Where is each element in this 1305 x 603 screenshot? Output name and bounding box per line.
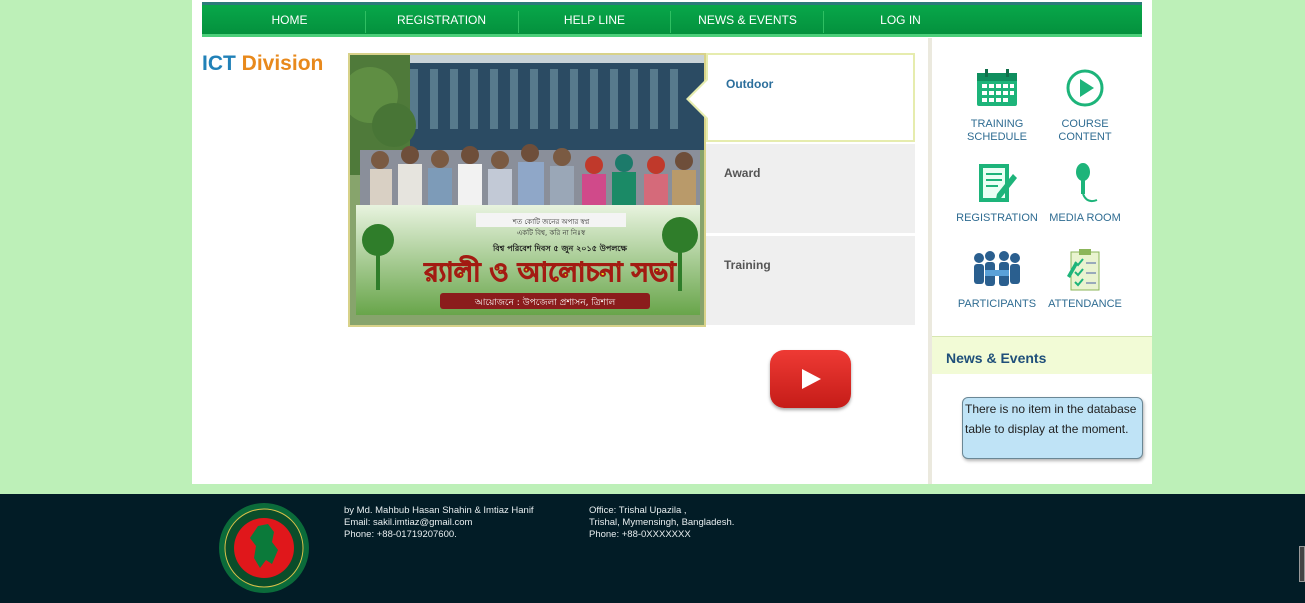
brand-ict: ICT: [202, 52, 236, 75]
nav-divider: [823, 11, 824, 33]
page-container: HOME REGISTRATION HELP LINE NEWS & EVENT…: [192, 0, 1152, 484]
footer-office: Office: Trishal Upazila , Trishal, Mymen…: [589, 505, 734, 541]
footer-credit: by Md. Mahbub Hasan Shahin & Imtiaz Hani…: [344, 505, 534, 516]
youtube-play-button[interactable]: [770, 350, 851, 408]
footer-credits: by Md. Mahbub Hasan Shahin & Imtiaz Hani…: [344, 505, 534, 541]
people-icon: [974, 251, 1020, 286]
form-pencil-icon: [979, 164, 1017, 202]
brand-division: Division: [241, 52, 324, 75]
tile-label: SCHEDULE: [967, 131, 1027, 143]
right-sidebar: TRAINING SCHEDULE COURSE CONTENT REGISTRAT…: [928, 38, 1152, 484]
tile-label: REGISTRATION: [956, 212, 1038, 224]
tile-label: COURSE: [1061, 118, 1109, 130]
footer: by Md. Mahbub Hasan Shahin & Imtiaz Hani…: [0, 494, 1305, 603]
tile-label: TRAINING: [970, 118, 1024, 130]
quicklink-attendance[interactable]: ATTENDANCE: [1041, 248, 1129, 311]
quicklink-registration[interactable]: REGISTRATION: [953, 162, 1041, 225]
brand-logo[interactable]: ICT Division: [202, 52, 323, 76]
tile-label: MEDIA ROOM: [1049, 212, 1121, 224]
quicklink-participants[interactable]: PARTICIPANTS: [953, 248, 1041, 311]
nav-divider: [365, 11, 366, 33]
slider-tabs: Outdoor Award Training: [686, 53, 915, 327]
scroll-edge-tab[interactable]: [1299, 546, 1305, 582]
rally-photo: শত কোটি জনের অপার স্বপ্ন একটি বিশ্ব, করি…: [350, 55, 704, 325]
banner-line2: একটি বিশ্ব, করি না নিঃস্ব: [517, 228, 586, 237]
checklist-icon: [1067, 249, 1100, 291]
nav-divider: [518, 11, 519, 33]
slider-tab-award[interactable]: Award: [706, 144, 915, 233]
nav-home[interactable]: HOME: [222, 5, 357, 35]
footer-office-line2: Trishal, Mymensingh, Bangladesh.: [589, 517, 735, 528]
footer-office-phone: Phone: +88-0XXXXXXX: [589, 529, 691, 540]
banner-line3: বিশ্ব পরিবেশ দিবস ৫ জুন ২০১৫ উপলক্ষে: [492, 242, 628, 254]
nav-news-events[interactable]: NEWS & EVENTS: [680, 5, 815, 35]
top-navigation: HOME REGISTRATION HELP LINE NEWS & EVENT…: [202, 2, 1142, 37]
footer-phone: Phone: +88-01719207600.: [344, 529, 457, 540]
nav-registration[interactable]: REGISTRATION: [374, 5, 509, 35]
quicklink-training-schedule[interactable]: TRAINING SCHEDULE: [953, 68, 1041, 144]
footer-office-line1: Office: Trishal Upazila ,: [589, 505, 687, 516]
nav-divider: [670, 11, 671, 33]
play-icon: [1066, 69, 1104, 107]
news-empty-message: There is no item in the database table t…: [962, 397, 1143, 459]
quicklink-media-room[interactable]: MEDIA ROOM: [1041, 162, 1129, 225]
slider-photo[interactable]: শত কোটি জনের অপার স্বপ্ন একটি বিশ্ব, করি…: [348, 53, 706, 327]
tile-label: PARTICIPANTS: [957, 298, 1037, 310]
slider-tab-outdoor[interactable]: Outdoor: [686, 53, 915, 142]
tile-label: ATTENDANCE: [1048, 298, 1122, 310]
government-seal-logo: [219, 503, 309, 593]
calendar-icon: [977, 69, 1017, 106]
banner-headline: র‌্যালী ও আলোচনা সভা: [423, 255, 677, 288]
footer-email: Email: sakil.imtiaz@gmail.com: [344, 517, 473, 528]
nav-log-in[interactable]: LOG IN: [833, 5, 968, 35]
banner-line1: শত কোটি জনের অপার স্বপ্ন: [512, 217, 590, 226]
slider-tab-training[interactable]: Training: [706, 236, 915, 325]
tile-label: CONTENT: [1058, 131, 1112, 143]
microphone-icon: [1076, 163, 1098, 203]
news-events-heading: News & Events: [932, 336, 1152, 374]
banner-organizer: আয়োজনে : উপজেলা প্রশাসন, ত্রিশাল: [474, 296, 616, 308]
nav-help-line[interactable]: HELP LINE: [527, 5, 662, 35]
quicklink-course-content[interactable]: COURSE CONTENT: [1041, 68, 1129, 144]
